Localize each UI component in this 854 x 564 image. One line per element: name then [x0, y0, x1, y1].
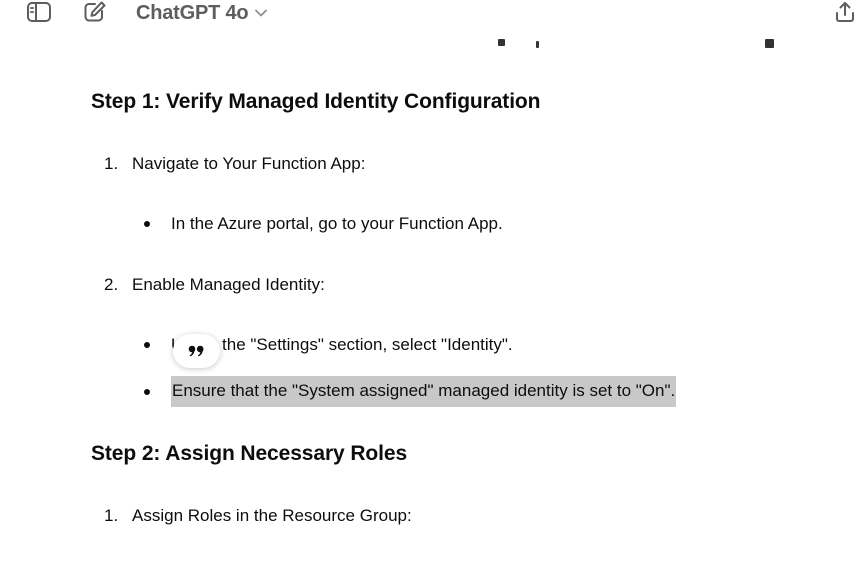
list-item: 1. Navigate to Your Function App: [104, 154, 365, 174]
bullet-dot [144, 388, 150, 395]
model-name: ChatGPT 4o [136, 1, 249, 24]
scrolled-text-fragment [498, 36, 778, 48]
new-chat-button[interactable] [78, 0, 112, 27]
list-item: 1. Assign Roles in the Resource Group: [104, 506, 412, 526]
bullet-dot [144, 221, 150, 227]
selected-text[interactable]: Ensure that the "System assigned" manage… [171, 376, 677, 407]
bullet-item: Ensure that the "System assigned" manage… [144, 376, 677, 407]
model-selector[interactable]: ChatGPT 4o [136, 0, 268, 26]
compose-icon [84, 1, 106, 22]
list-number: 1. [104, 154, 119, 173]
sidebar-toggle-button[interactable] [22, 0, 56, 27]
bullet-dot [144, 342, 150, 348]
step2-heading: Step 2: Assign Necessary Roles [91, 442, 408, 465]
quote-icon [188, 345, 203, 357]
chevron-down-icon [255, 9, 268, 17]
share-icon [836, 2, 854, 22]
conversation-content: Step 1: Verify Managed Identity Configur… [0, 0, 854, 564]
top-bar: ChatGPT 4o [0, 0, 854, 30]
list-number: 2. [104, 275, 119, 294]
list-item: 2. Enable Managed Identity: [104, 275, 325, 295]
list-item-label: Navigate to Your Function App: [132, 154, 366, 173]
bullet-item: In the Azure portal, go to your Function… [144, 214, 503, 234]
step1-heading: Step 1: Verify Managed Identity Configur… [91, 90, 541, 113]
list-item-label: Assign Roles in the Resource Group: [132, 506, 412, 525]
sidebar-toggle-icon [27, 2, 51, 22]
bullet-text: In the Azure portal, go to your Function… [171, 214, 503, 233]
share-button[interactable] [828, 0, 854, 27]
list-number: 1. [104, 506, 119, 525]
bullet-text: Under the "Settings" section, select "Id… [171, 335, 513, 354]
list-item-label: Enable Managed Identity: [132, 275, 325, 294]
quote-selection-button[interactable] [173, 334, 220, 368]
